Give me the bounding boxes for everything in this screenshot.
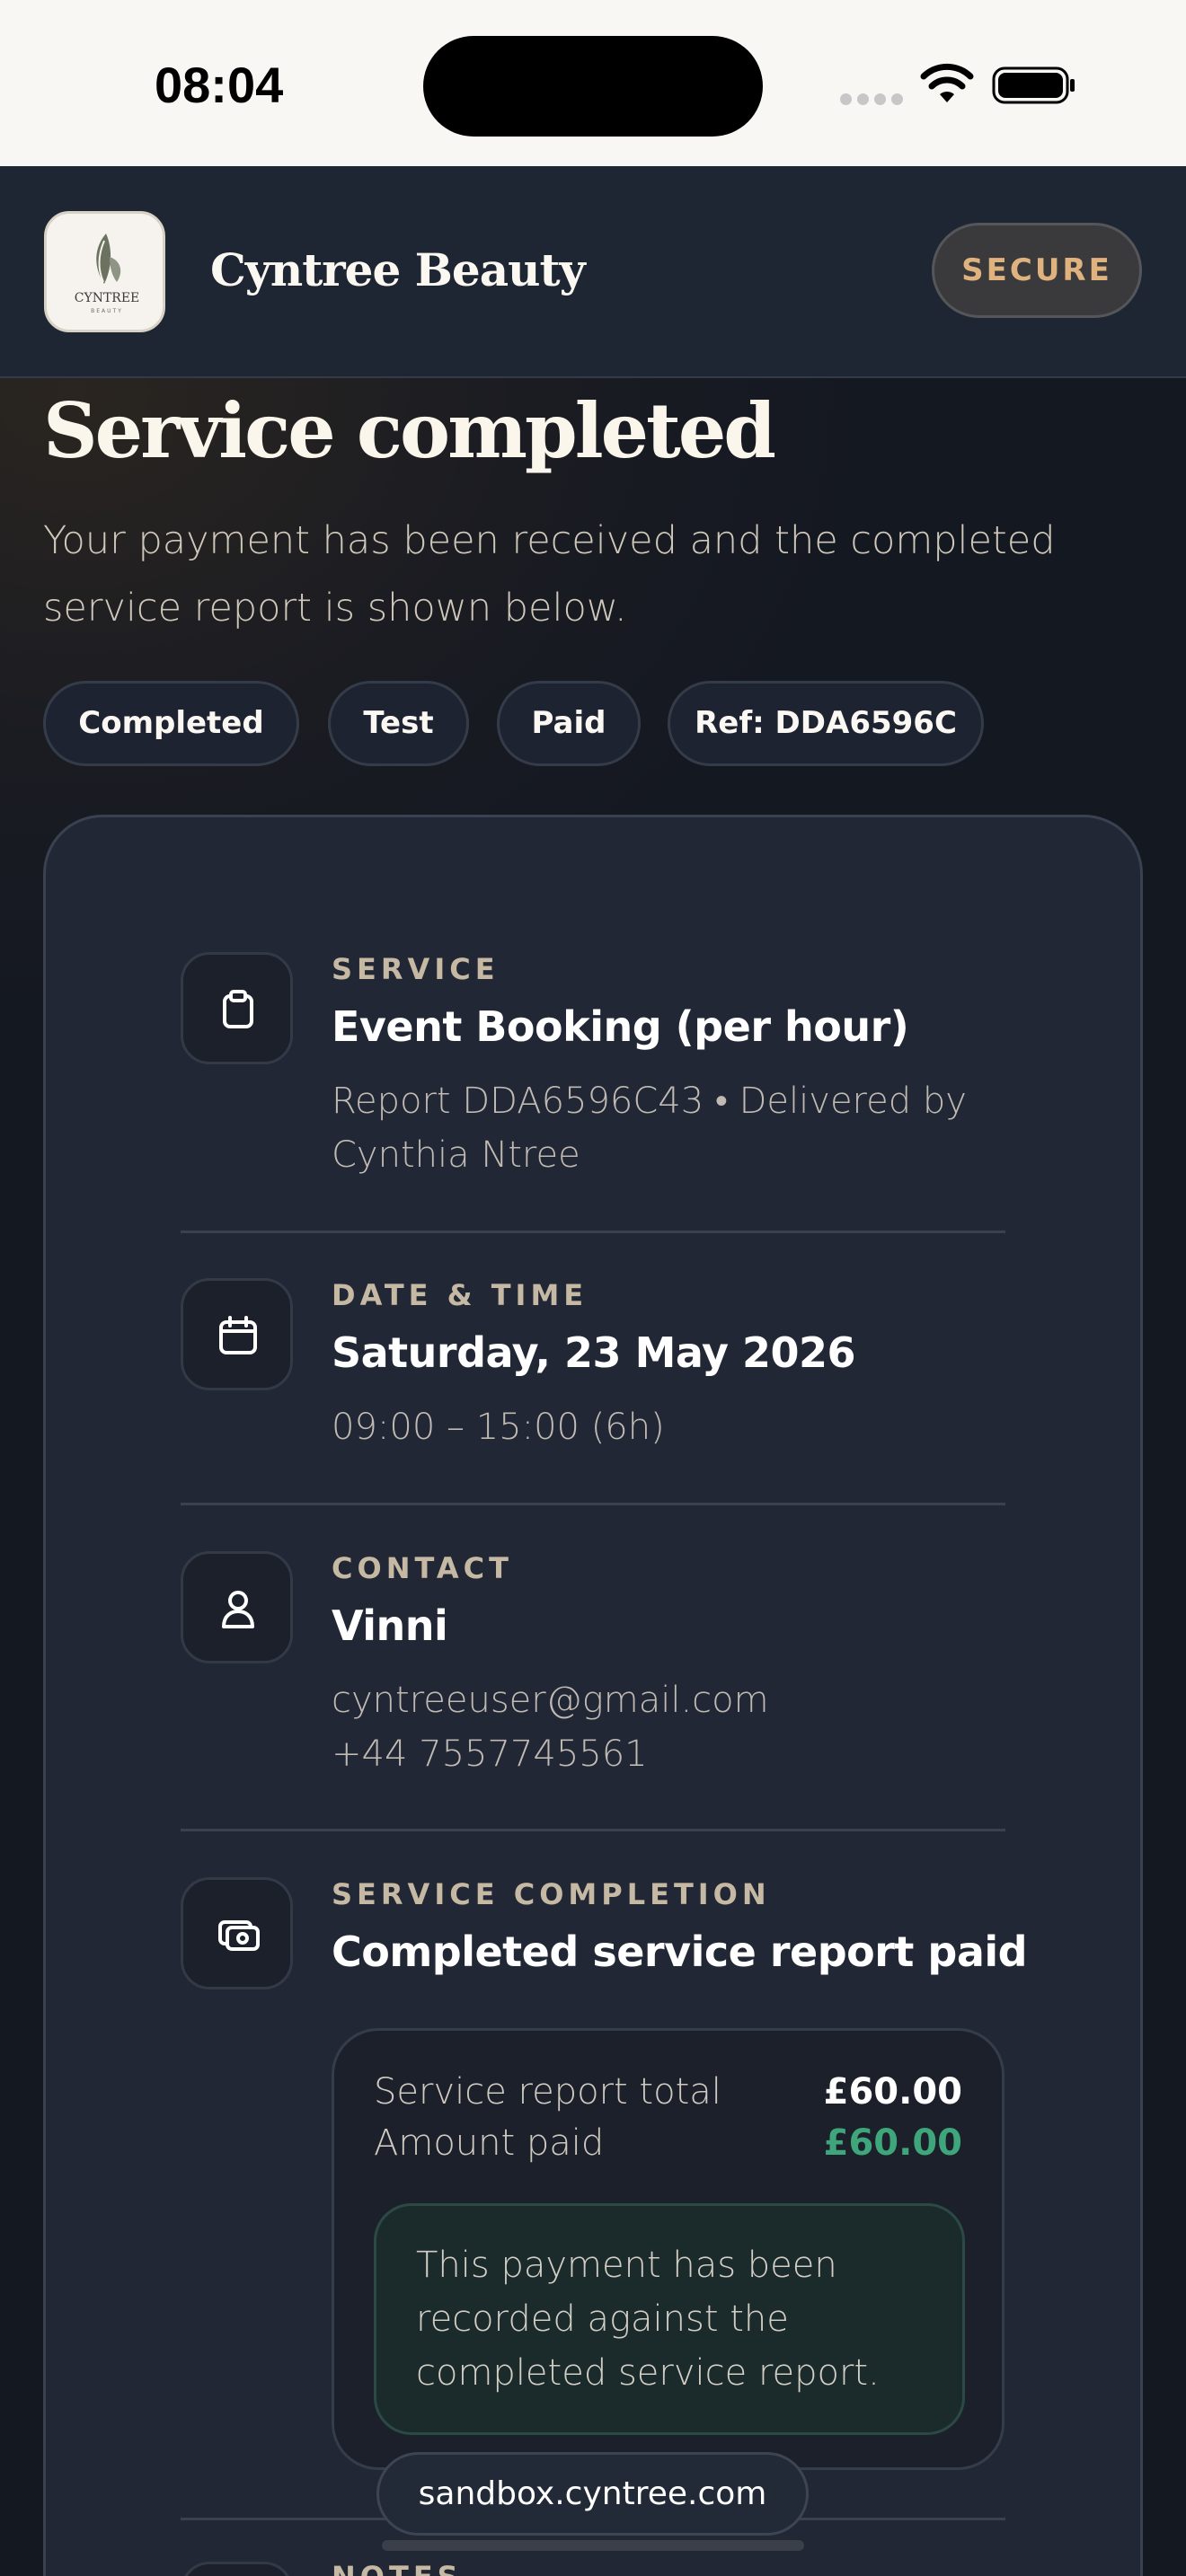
chip-test: Test xyxy=(328,681,469,766)
contact-email[interactable]: cyntreeuser@gmail.com xyxy=(332,1673,1014,1727)
contact-label: CONTACT xyxy=(332,1551,513,1585)
divider xyxy=(181,1231,1005,1233)
secure-badge: SECURE xyxy=(932,223,1142,318)
divider xyxy=(181,1503,1005,1505)
paid-value: £60.00 xyxy=(823,2122,962,2164)
app-header: CYNTREE BEAUTY Cyntree Beauty SECURE xyxy=(0,166,1186,378)
battery-icon xyxy=(992,66,1075,104)
contact-name: Vinni xyxy=(332,1601,448,1650)
status-bar: 08:04 xyxy=(0,0,1186,166)
brand-logo[interactable]: CYNTREE BEAUTY xyxy=(44,211,165,332)
cash-icon xyxy=(181,1877,293,1989)
total-label: Service report total xyxy=(374,2071,721,2113)
service-title: Event Booking (per hour) xyxy=(332,1002,909,1051)
total-value: £60.00 xyxy=(823,2071,962,2113)
svg-text:CYNTREE: CYNTREE xyxy=(75,291,140,305)
dynamic-island xyxy=(423,36,763,137)
page-subtitle: Your payment has been received and the c… xyxy=(43,518,1056,631)
cellular-signal-icon xyxy=(840,93,903,106)
status-time: 08:04 xyxy=(155,57,284,113)
chip-reference: Ref: DDA6596C xyxy=(668,681,984,766)
service-label: SERVICE xyxy=(332,952,500,986)
brand-name: Cyntree Beauty xyxy=(210,243,586,296)
service-detail: Report DDA6596C43 • Delivered by Cynthia… xyxy=(332,1081,967,1176)
home-indicator[interactable] xyxy=(382,2540,804,2551)
notes-label: NOTES xyxy=(332,2560,463,2576)
datetime-label: DATE & TIME xyxy=(332,1278,589,1312)
payment-note: This payment has been recorded against t… xyxy=(374,2203,965,2435)
clipboard-icon xyxy=(181,952,293,1064)
svg-text:BEAUTY: BEAUTY xyxy=(91,308,123,314)
user-icon xyxy=(181,1551,293,1663)
wifi-icon xyxy=(920,63,974,102)
payment-summary: Service report total £60.00 Amount paid … xyxy=(332,2028,1005,2470)
contact-phone[interactable]: +44 7557745561 xyxy=(332,1727,1014,1781)
page-title: Service completed xyxy=(43,386,776,475)
datetime-title: Saturday, 23 May 2026 xyxy=(332,1328,856,1377)
calendar-icon xyxy=(181,1278,293,1390)
paid-label: Amount paid xyxy=(374,2122,605,2164)
divider xyxy=(181,1829,1005,1831)
completion-label: SERVICE COMPLETION xyxy=(332,1877,771,1911)
completion-title: Completed service report paid xyxy=(332,1928,1028,1976)
service-section: SERVICE Event Booking (per hour) Report … xyxy=(181,952,1007,1186)
chip-completed: Completed xyxy=(43,681,299,766)
datetime-section: DATE & TIME Saturday, 23 May 2026 09:00 … xyxy=(181,1278,1007,1458)
contact-section: CONTACT Vinni cyntreeuser@gmail.com +44 … xyxy=(181,1551,1007,1785)
chip-paid: Paid xyxy=(497,681,641,766)
completion-section: SERVICE COMPLETION Completed service rep… xyxy=(181,1877,1028,1994)
leaf-logo-icon: CYNTREE BEAUTY xyxy=(75,234,140,314)
url-bar[interactable]: sandbox.cyntree.com xyxy=(376,2452,809,2536)
datetime-detail: 09:00 – 15:00 (6h) xyxy=(332,1407,665,1448)
notes-icon xyxy=(181,2562,293,2576)
